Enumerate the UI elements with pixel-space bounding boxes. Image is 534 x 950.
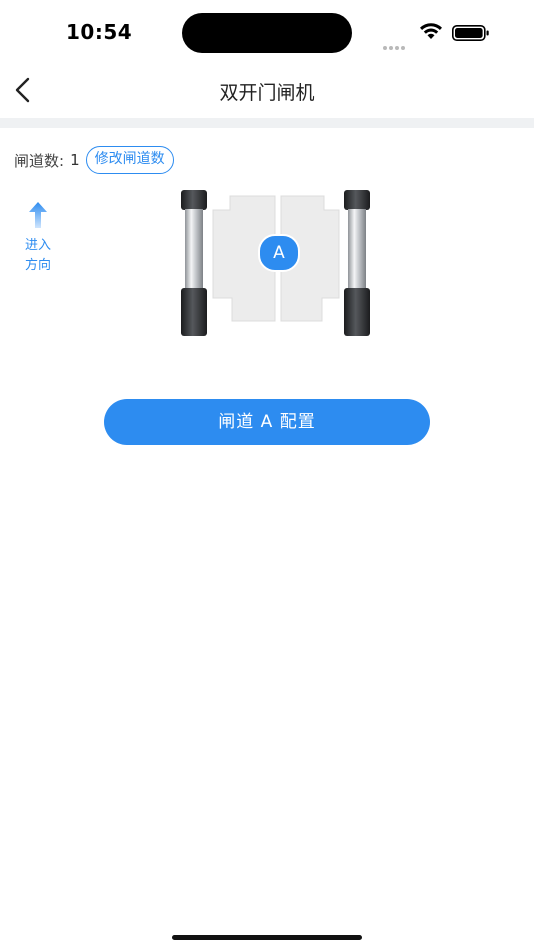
section-divider	[0, 118, 534, 128]
lane-a-badge[interactable]: A	[258, 234, 300, 272]
home-indicator	[172, 935, 362, 940]
status-bar: 10:54	[0, 0, 534, 64]
signal-dots-icon	[383, 35, 407, 54]
page-title: 双开门闸机	[219, 82, 315, 104]
lane-count-row: 闸道数: 1 修改闸道数	[14, 146, 174, 174]
entry-direction: 进入方向	[24, 200, 52, 276]
configure-lane-a-button[interactable]: 闸道 A 配置	[104, 399, 430, 445]
edit-lane-count-button[interactable]: 修改闸道数	[85, 146, 174, 174]
lane-count-label: 闸道数:	[14, 151, 65, 170]
wifi-icon	[420, 23, 442, 39]
lane-count-value: 1	[70, 151, 80, 169]
entry-direction-text: 进入方向	[24, 238, 51, 273]
nav-bar: 双开门闸机	[0, 64, 534, 118]
dynamic-island	[182, 13, 352, 53]
status-time: 10:54	[66, 20, 133, 44]
arrow-up-icon	[29, 202, 47, 228]
battery-icon	[452, 25, 489, 41]
